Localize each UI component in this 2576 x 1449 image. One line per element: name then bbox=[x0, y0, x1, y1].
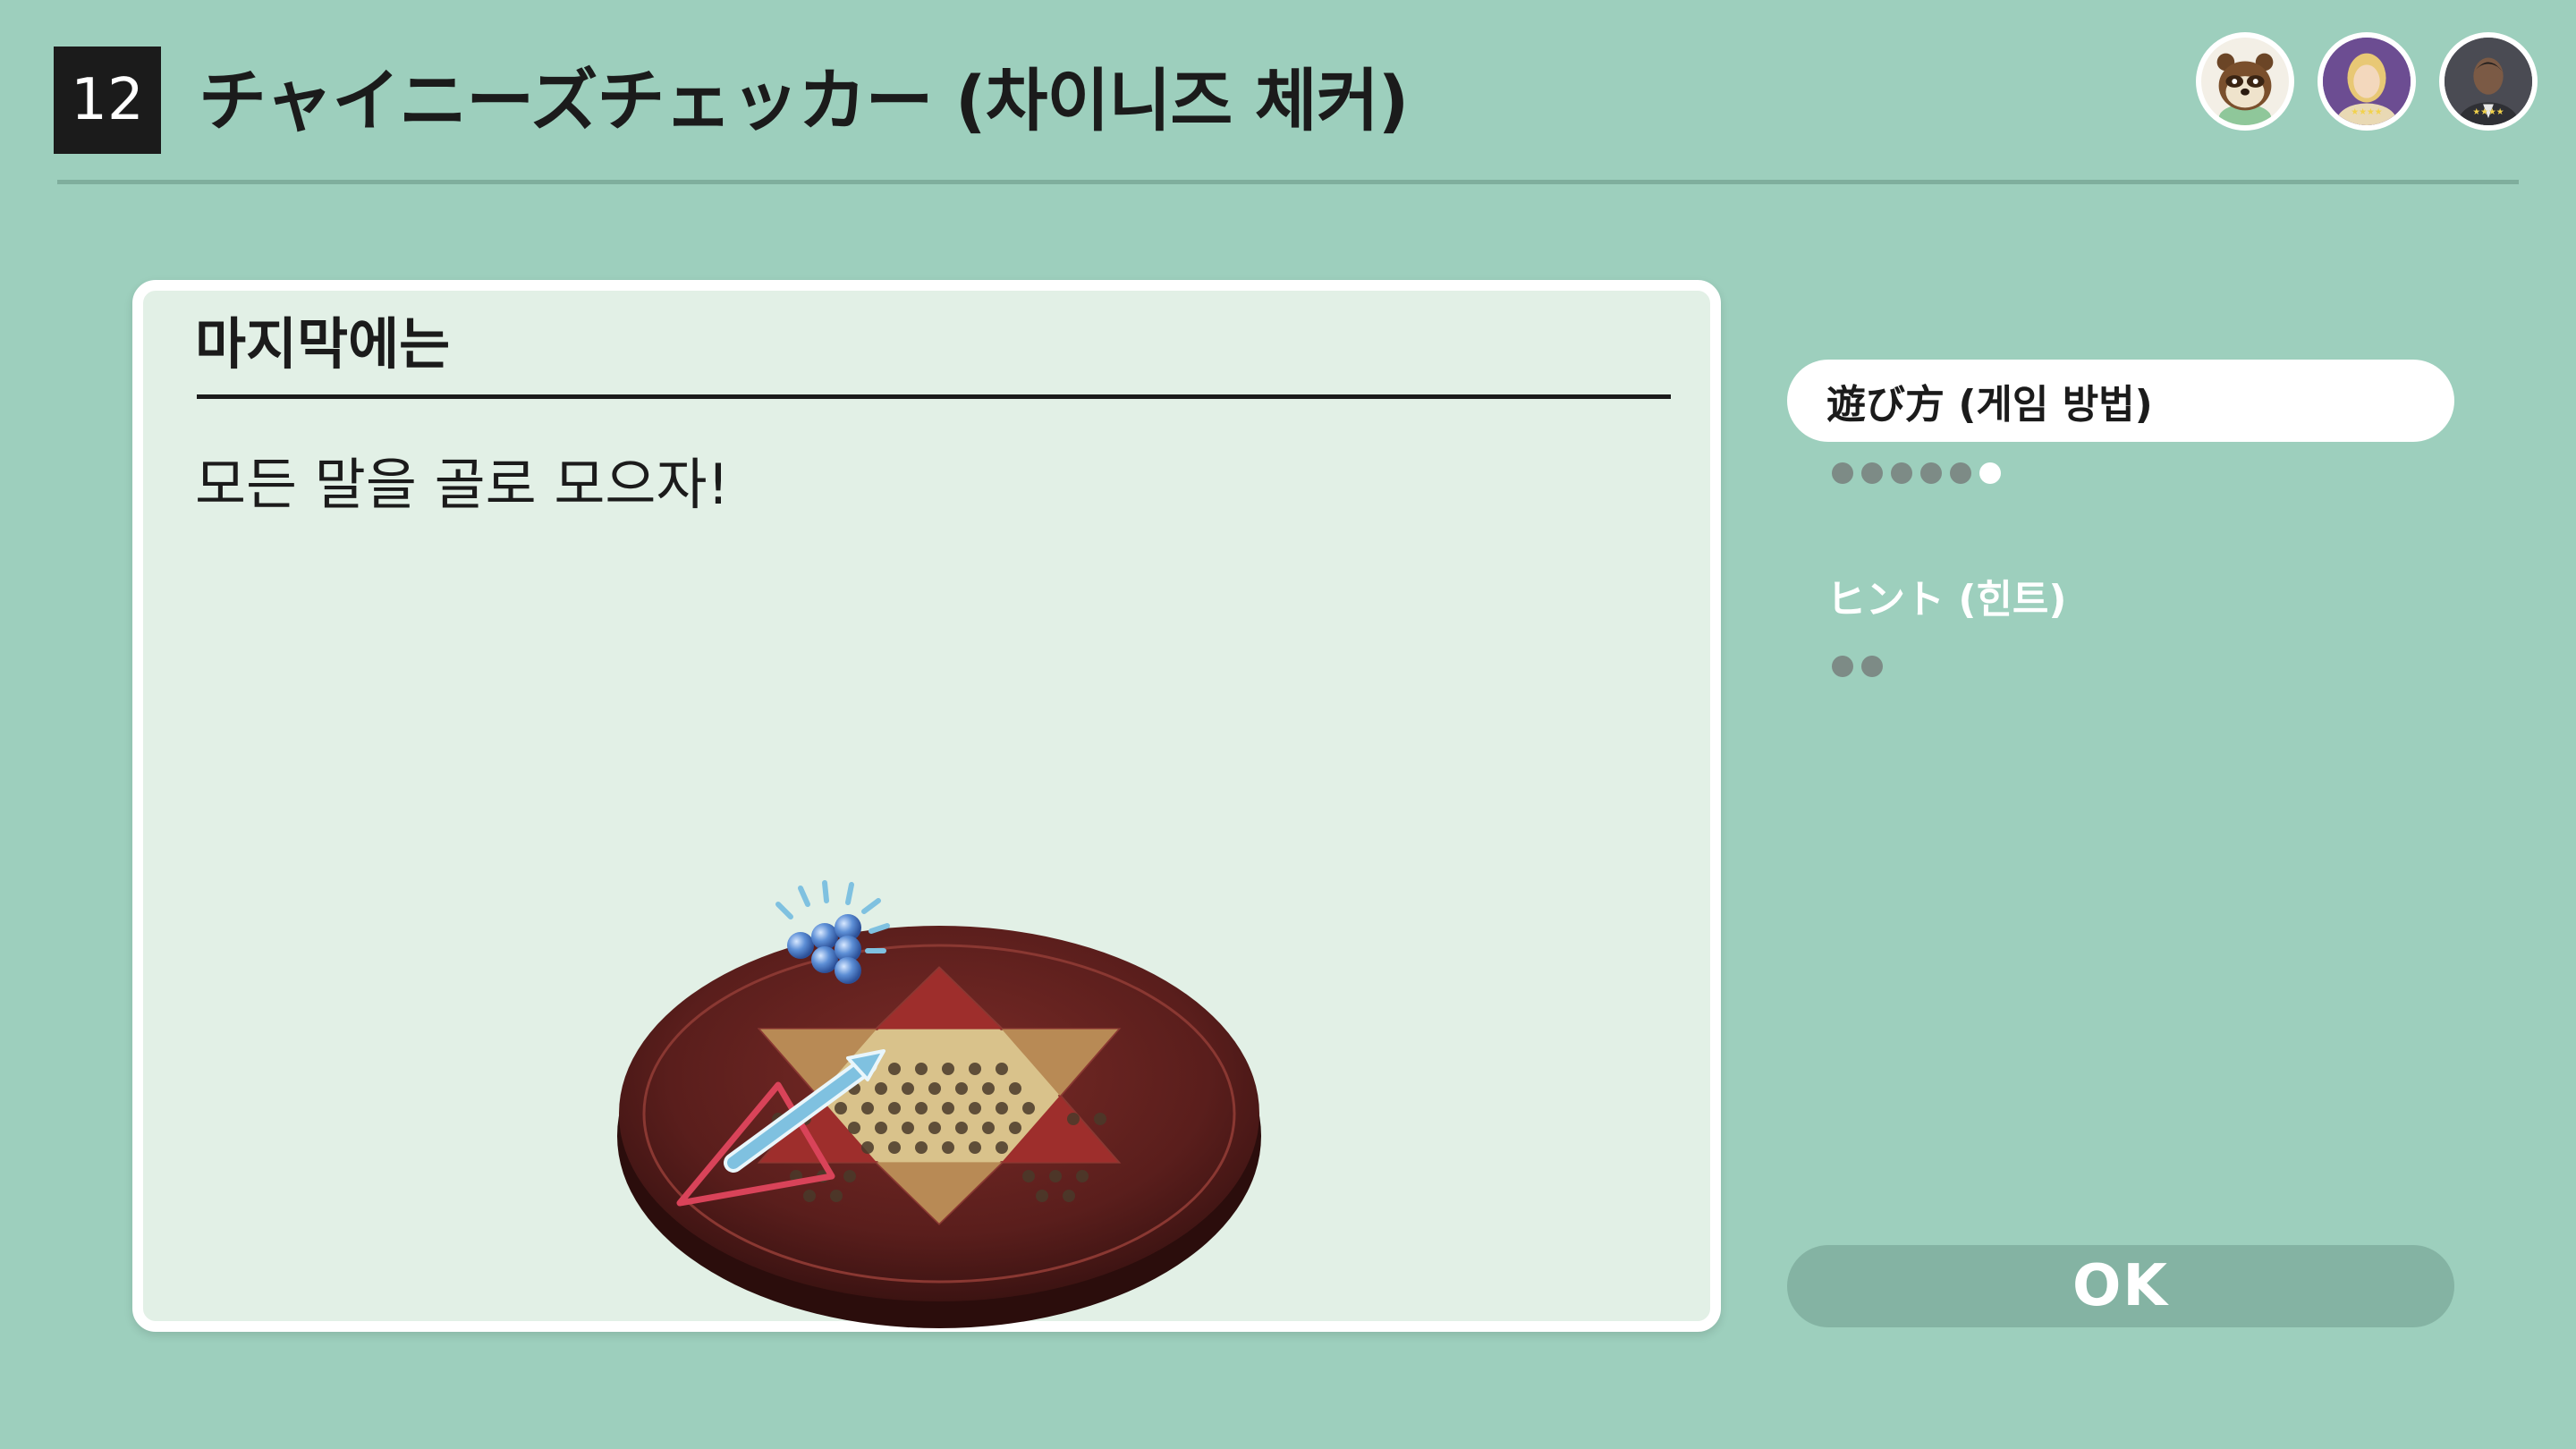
page-dot-current bbox=[1979, 462, 2001, 484]
ok-button[interactable]: OK bbox=[1787, 1245, 2454, 1327]
player-avatar-3[interactable]: ★★★★ bbox=[2439, 32, 2538, 131]
page-dot bbox=[1861, 656, 1883, 677]
instruction-card: 마지막에는 모든 말을 골로 모으자! bbox=[132, 280, 1721, 1332]
player-avatar-2[interactable]: ★★★★ bbox=[2318, 32, 2416, 131]
page-dot bbox=[1920, 462, 1942, 484]
card-heading: 마지막에는 bbox=[195, 311, 451, 377]
blonde-player-avatar-icon: ★★★★ bbox=[2323, 38, 2411, 125]
how-to-play-page-indicator bbox=[1832, 462, 2001, 484]
card-heading-divider bbox=[197, 394, 1671, 399]
header-divider bbox=[57, 180, 2519, 184]
hint-label: ヒント (힌트) bbox=[1826, 577, 2067, 623]
how-to-play-label: 遊び方 (게임 방법) bbox=[1826, 382, 2153, 428]
player-avatar-1[interactable] bbox=[2196, 32, 2294, 131]
page-dot bbox=[1832, 462, 1853, 484]
dark-haired-player-avatar-icon: ★★★★ bbox=[2445, 38, 2532, 125]
ok-button-label: OK bbox=[2072, 1253, 2169, 1319]
hint-page-indicator bbox=[1832, 656, 1883, 677]
how-to-play-menu-item[interactable]: 遊び方 (게임 방법) bbox=[1787, 360, 2454, 442]
raccoon-character-avatar-icon bbox=[2216, 53, 2274, 125]
hint-menu-item[interactable]: ヒント (힌트) bbox=[1787, 555, 2454, 637]
page-dot bbox=[1950, 462, 1971, 484]
game-number: 12 bbox=[71, 67, 144, 133]
game-title: チャイニーズチェッカー (차이니즈 체커) bbox=[199, 61, 1409, 140]
svg-text:★★★★: ★★★★ bbox=[2472, 107, 2504, 117]
page-dot bbox=[1832, 656, 1853, 677]
card-instruction-text: 모든 말을 골로 모으자! bbox=[195, 452, 730, 517]
chinese-checkers-board-icon bbox=[617, 880, 1261, 1328]
svg-text:★★★★: ★★★★ bbox=[2351, 107, 2382, 117]
game-number-badge: 12 bbox=[54, 47, 161, 154]
page-dot bbox=[1861, 462, 1883, 484]
page-dot bbox=[1891, 462, 1912, 484]
